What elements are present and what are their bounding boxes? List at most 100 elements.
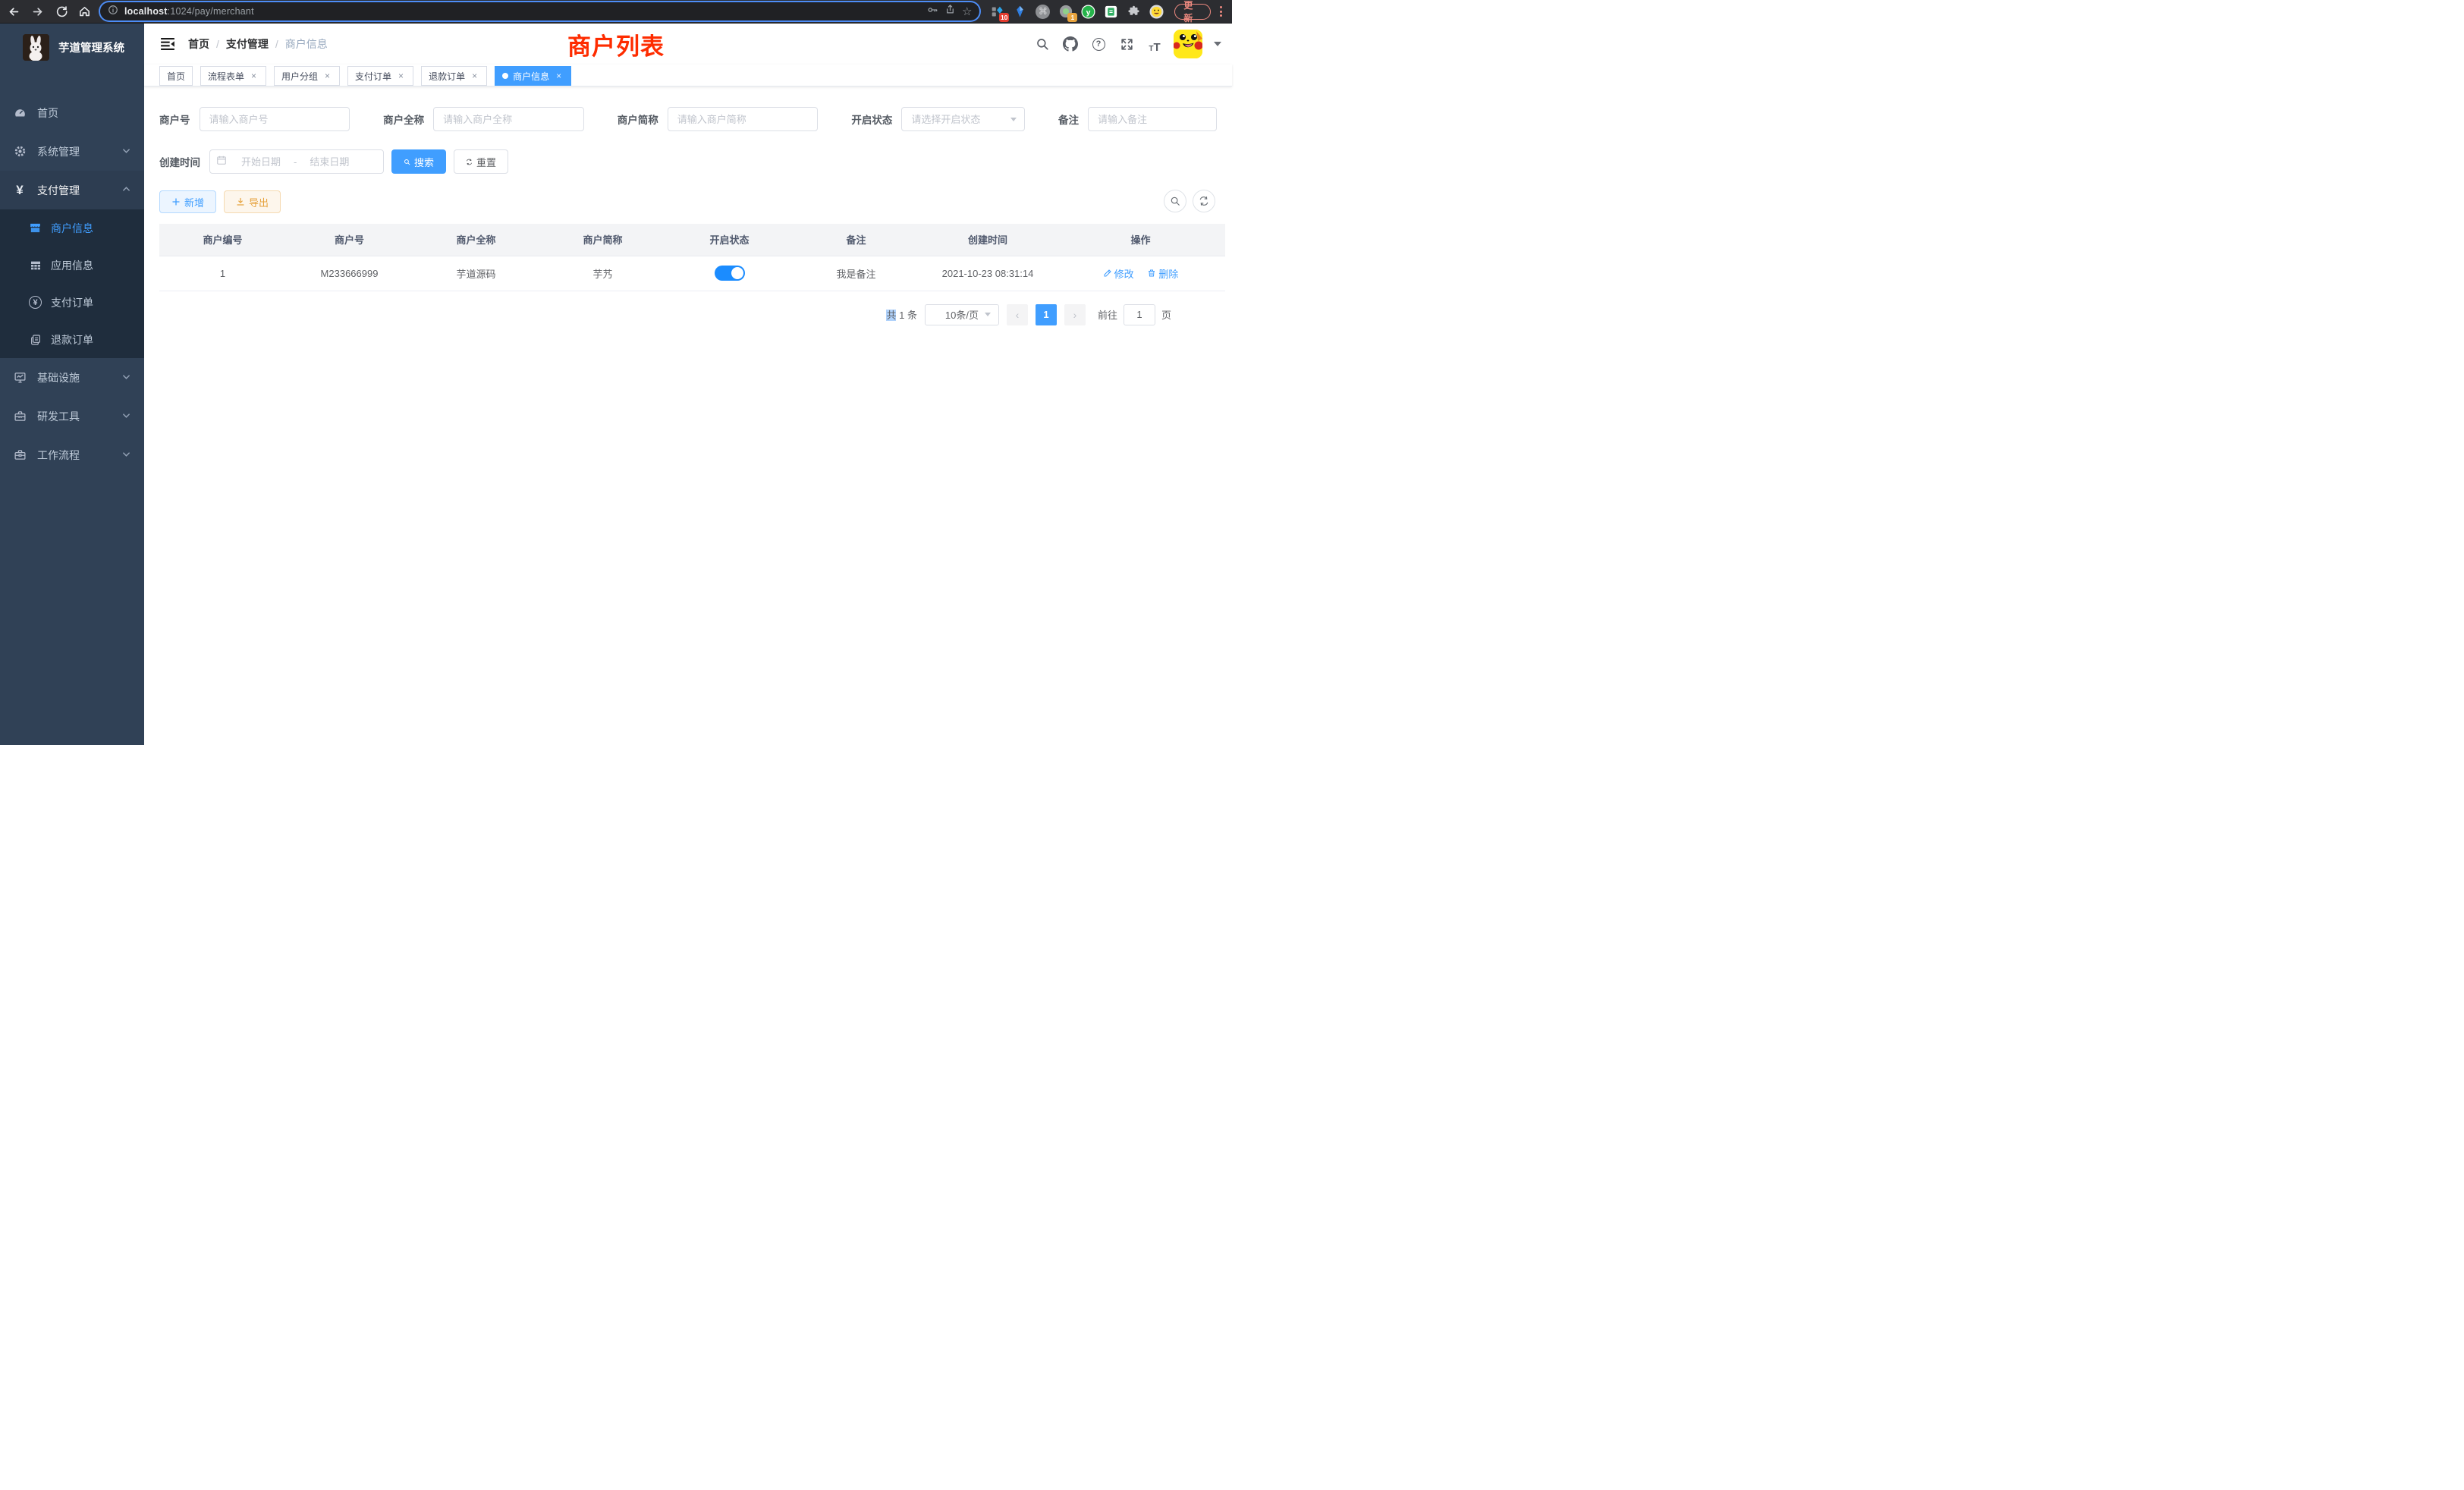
close-icon[interactable]: × [470,71,479,81]
merchant-fullname-input[interactable] [434,108,583,130]
remark-label: 备注 [1058,112,1079,127]
sidebar-menu: 首页 系统管理 ¥ 支付管理 [0,71,144,474]
refresh-button[interactable] [1193,190,1215,212]
sidebar-item-infra[interactable]: 基础设施 [0,358,144,397]
tags-view: 首页 流程表单× 用户分组× 支付订单× 退款订单× 商户信息× [144,64,1232,86]
sidebar-item-workflow[interactable]: 工作流程 [0,435,144,474]
merchant-shortname-input[interactable] [668,108,818,130]
user-avatar[interactable] [1174,30,1202,58]
export-button[interactable]: 导出 [224,190,281,213]
browser-back-icon[interactable] [8,5,20,18]
tag-merchant-info[interactable]: 商户信息× [495,66,571,86]
briefcase-icon [13,448,27,462]
show-search-icon-button[interactable] [1164,190,1186,212]
col-actions: 操作 [1056,224,1225,256]
github-icon[interactable] [1061,35,1080,53]
page-1-button[interactable]: 1 [1036,304,1057,325]
browser-toolbar: localhost:1024/pay/merchant ☆ 10 ⌘ 1 y [0,0,1232,24]
close-icon[interactable]: × [554,71,564,81]
logo-rabbit-image [23,34,49,61]
extension-pin-icon[interactable] [1013,5,1027,19]
search-button[interactable]: 搜索 [391,149,446,174]
app-root: 芋道管理系统 首页 系统管理 ¥ 支付管理 [0,24,1232,745]
cell-merchant-no: M233666999 [286,256,413,291]
sidebar: 芋道管理系统 首页 系统管理 ¥ 支付管理 [0,24,144,745]
extension-doc-icon[interactable] [1104,5,1118,19]
pagination: 共 1 条 10条/页 ‹ 1 › 前往 页 [159,304,1171,325]
extensions-puzzle-icon[interactable] [1127,5,1141,19]
status-label: 开启状态 [851,112,892,127]
breadcrumb-current: 商户信息 [285,36,328,52]
sidebar-item-devtools[interactable]: 研发工具 [0,397,144,435]
date-start-input[interactable] [231,150,291,173]
close-icon[interactable]: × [396,71,406,81]
tag-refund-order[interactable]: 退款订单× [421,66,487,86]
sidebar-item-pay-order[interactable]: ¥ 支付订单 [0,284,144,321]
font-size-icon[interactable]: TT [1146,35,1164,53]
tag-process-form[interactable]: 流程表单× [200,66,266,86]
date-range-picker[interactable]: - [209,149,384,174]
breadcrumb-pay[interactable]: 支付管理 [226,36,269,52]
extension-badge: 1 [1067,13,1077,22]
app-logo[interactable]: 芋道管理系统 [0,24,144,71]
status-toggle[interactable] [715,266,745,281]
reset-button[interactable]: 重置 [454,149,508,174]
sidebar-item-refund-order[interactable]: 退款订单 [0,321,144,358]
sidebar-toggle-icon[interactable] [153,30,182,58]
pay-submenu: 商户信息 应用信息 ¥ 支付订单 退款订单 [0,209,144,358]
sidebar-item-system[interactable]: 系统管理 [0,132,144,171]
fullscreen-icon[interactable] [1117,35,1136,53]
next-page-button[interactable]: › [1064,304,1086,325]
avatar-dropdown-caret[interactable] [1214,42,1221,46]
extension-command-icon[interactable]: ⌘ [1036,5,1050,19]
delete-link[interactable]: 删除 [1147,266,1178,281]
browser-menu-icon[interactable] [1215,6,1226,17]
table-row: 1 M233666999 芋道源码 芋艿 我是备注 2021-10-23 08:… [159,256,1225,291]
page-size-select[interactable]: 10条/页 [925,304,999,325]
page-content: 商户号 商户全称 商户简称 开启状态 备注 创建时间 - [144,86,1232,325]
sidebar-item-app-info[interactable]: 应用信息 [0,247,144,284]
breadcrumb-home[interactable]: 首页 [188,36,209,52]
header-search-icon[interactable] [1033,35,1051,53]
app-title: 芋道管理系统 [58,39,124,55]
password-key-icon[interactable] [926,4,938,20]
pagination-total: 共 1 条 [886,307,917,322]
tag-home[interactable]: 首页 [159,66,193,86]
chevron-down-icon [122,448,130,462]
annotation-title: 商户列表 [567,27,665,61]
date-end-input[interactable] [300,150,359,173]
extension-y-icon[interactable]: y [1081,5,1095,19]
col-status: 开启状态 [666,224,793,256]
merchant-no-input[interactable] [200,108,350,130]
remark-input[interactable] [1089,108,1216,130]
share-icon[interactable] [944,4,956,19]
status-select[interactable] [902,108,1024,130]
add-button[interactable]: 新增 [159,190,216,213]
tag-user-group[interactable]: 用户分组× [274,66,340,86]
site-info-icon[interactable] [108,5,118,19]
close-icon[interactable]: × [322,71,332,81]
close-icon[interactable]: × [249,71,259,81]
cell-remark: 我是备注 [793,256,919,291]
extension-circle-icon[interactable]: 1 [1058,5,1073,19]
merchant-table: 商户编号 商户号 商户全称 商户简称 开启状态 备注 创建时间 操作 1 M23… [159,224,1225,291]
edit-link[interactable]: 修改 [1103,266,1134,281]
extension-grid-icon[interactable]: 10 [990,5,1004,19]
browser-home-icon[interactable] [78,5,91,18]
chevron-down-icon [122,371,130,385]
goto-page-input[interactable] [1124,304,1155,325]
sidebar-item-merchant-info[interactable]: 商户信息 [0,209,144,247]
tag-pay-order[interactable]: 支付订单× [347,66,413,86]
calendar-icon [216,155,227,169]
chrome-update-button[interactable]: 更新 [1174,4,1211,20]
bookmark-star-icon[interactable]: ☆ [962,6,972,17]
browser-reload-icon[interactable] [55,5,68,18]
sidebar-item-pay[interactable]: ¥ 支付管理 [0,171,144,209]
prev-page-button[interactable]: ‹ [1007,304,1028,325]
chevron-down-icon [985,313,991,316]
address-bar[interactable]: localhost:1024/pay/merchant ☆ [100,2,979,20]
sidebar-item-home[interactable]: 首页 [0,93,144,132]
help-icon[interactable]: ? [1089,35,1108,53]
profile-avatar-icon[interactable] [1149,5,1164,19]
browser-forward-icon[interactable] [31,5,44,18]
